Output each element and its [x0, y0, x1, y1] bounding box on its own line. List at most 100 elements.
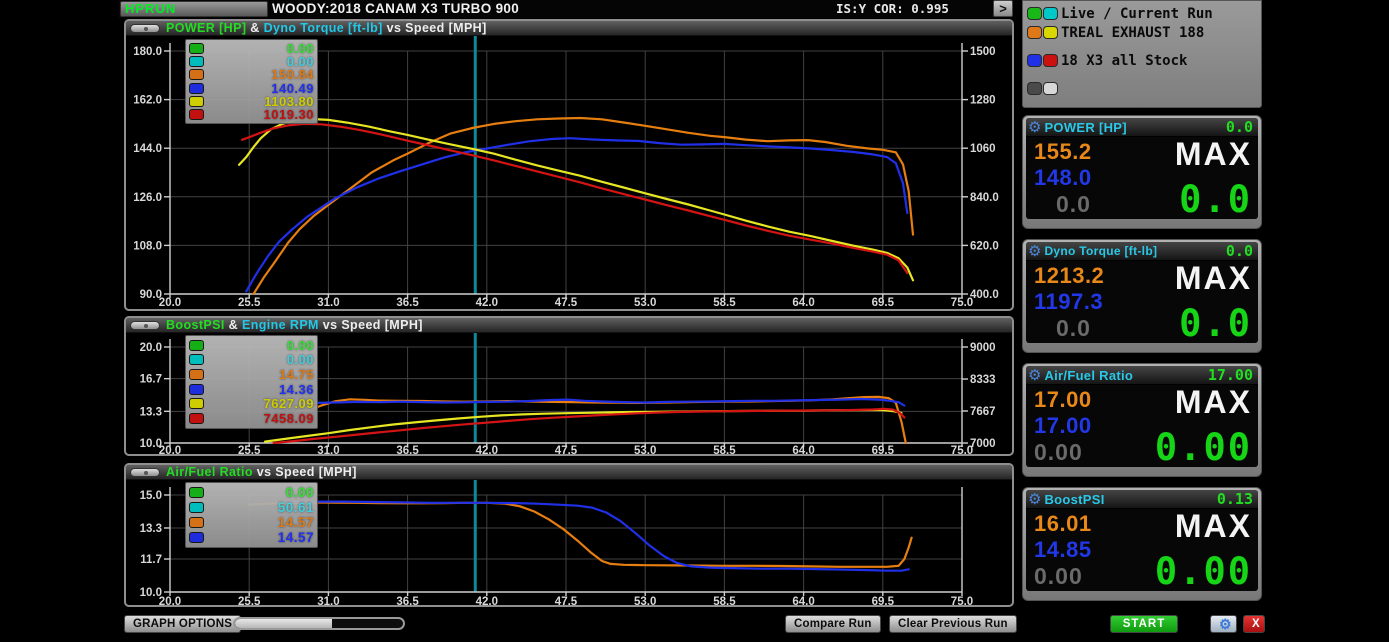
series-cursor-value: 0.00 — [204, 352, 314, 367]
series-afr-previous-run — [285, 502, 909, 571]
close-button[interactable]: X — [1243, 615, 1265, 633]
svg-text:31.0: 31.0 — [317, 596, 339, 607]
settings-gear-button[interactable]: ⚙ — [1210, 615, 1237, 633]
panel-collapse-button[interactable] — [130, 24, 160, 33]
run-color-swatch — [1027, 54, 1042, 67]
series-cursor-value: 50.61 — [204, 500, 314, 515]
chart-title-segment: vs Speed [MPH] — [319, 318, 423, 332]
gauge-run2-value: 17.00 — [1034, 413, 1138, 439]
chart-legend-row: 14.75 — [189, 367, 314, 382]
gear-icon[interactable]: ⚙ — [1028, 492, 1041, 507]
series-cursor-value: 7627.09 — [204, 396, 314, 411]
gauge-run1-value: 155.2 — [1034, 139, 1138, 165]
gear-icon[interactable]: ⚙ — [1028, 368, 1041, 383]
gauge-live-value: 0.0 — [1226, 118, 1253, 136]
svg-text:36.5: 36.5 — [396, 596, 419, 607]
series-color-swatch — [189, 532, 204, 543]
series-power-previous-run — [246, 138, 907, 291]
series-torque-current-run — [239, 119, 913, 280]
series-cursor-value: 0.00 — [204, 338, 314, 353]
chart-legend-row: 140.49 — [189, 82, 314, 95]
series-color-swatch — [189, 43, 204, 54]
gauge-live-value: 17.00 — [1208, 366, 1253, 384]
chart-title-segment: vs Speed [MPH] — [253, 465, 357, 479]
gear-icon[interactable]: ⚙ — [1028, 244, 1041, 259]
gauge-max-label: MAX — [1175, 139, 1252, 169]
gear-icon[interactable]: ⚙ — [1028, 120, 1041, 135]
svg-text:64.0: 64.0 — [792, 445, 814, 456]
gauge-max-label: MAX — [1175, 263, 1252, 293]
series-color-swatch — [189, 502, 204, 513]
series-color-swatch — [189, 413, 204, 424]
gauge-torque: ⚙ Dyno Torque [ft-lb] 0.0 1213.2 1197.3 … — [1022, 239, 1262, 353]
series-afr-current-run — [249, 502, 911, 566]
start-button[interactable]: START — [1110, 615, 1178, 633]
footer-bar: GRAPH OPTIONS Compare Run Clear Previous… — [0, 612, 1389, 642]
gauge-live-value: 0.0 — [1226, 242, 1253, 260]
chart-legend-row: 14.36 — [189, 382, 314, 397]
chart-title: Air/Fuel Ratio vs Speed [MPH] — [166, 465, 357, 479]
run-legend-box: Live / Current Run TREAL EXHAUST 188 18 … — [1022, 0, 1262, 108]
svg-text:8333: 8333 — [970, 374, 996, 386]
svg-text:69.5: 69.5 — [872, 596, 895, 607]
chart-panel-power-torque: POWER [HP] & Dyno Torque [ft-lb] vs Spee… — [124, 19, 1014, 311]
svg-text:1060: 1060 — [970, 143, 996, 155]
expand-panel-button[interactable]: > — [993, 0, 1013, 17]
panel-collapse-button[interactable] — [130, 321, 160, 330]
gauge-prev-value: 0.00 — [1034, 439, 1138, 466]
panel-collapse-button[interactable] — [130, 468, 160, 477]
header-bar: HPRUN WOODY:2018 CANAM X3 TURBO 900 IS:Y… — [118, 0, 1012, 18]
series-cursor-value: 14.57 — [204, 530, 314, 545]
series-color-swatch — [189, 96, 204, 107]
chart-plot-area[interactable]: 180.0162.0144.0126.0108.090.015001280106… — [126, 36, 1012, 311]
graph-options-button[interactable]: GRAPH OPTIONS — [124, 615, 241, 633]
gauge-header: ⚙ BoostPSI 0.13 — [1026, 490, 1258, 509]
series-cursor-value: 7458.09 — [204, 411, 314, 426]
svg-text:620.0: 620.0 — [970, 240, 999, 252]
svg-text:64.0: 64.0 — [792, 297, 814, 309]
svg-text:126.0: 126.0 — [133, 192, 162, 204]
svg-text:31.0: 31.0 — [317, 297, 339, 309]
gauge-max-label: MAX — [1175, 387, 1252, 417]
gauge-prev-value: 0.00 — [1034, 563, 1138, 590]
svg-text:42.0: 42.0 — [476, 596, 498, 607]
svg-text:7000: 7000 — [970, 438, 996, 450]
chart-legend: 0.000.00150.84140.491103.801019.30 — [185, 39, 318, 124]
clear-previous-run-button[interactable]: Clear Previous Run — [889, 615, 1017, 633]
svg-text:162.0: 162.0 — [133, 95, 162, 107]
series-cursor-value: 14.75 — [204, 367, 314, 382]
run-color-swatch — [1043, 7, 1058, 20]
gauge-power: ⚙ POWER [HP] 0.0 155.2 148.0 0.0 MAX 0.0 — [1022, 115, 1262, 229]
chart-panel-titlebar: BoostPSI & Engine RPM vs Speed [MPH] — [126, 318, 1012, 333]
chart-legend-row: 0.00 — [189, 353, 314, 368]
gauge-run2-value: 148.0 — [1034, 165, 1138, 191]
svg-text:15.0: 15.0 — [140, 490, 162, 502]
svg-text:58.5: 58.5 — [713, 297, 736, 309]
run-legend-row: TREAL EXHAUST 188 — [1027, 23, 1261, 42]
gauge-header: ⚙ POWER [HP] 0.0 — [1026, 118, 1258, 137]
svg-text:75.0: 75.0 — [951, 596, 973, 607]
svg-text:180.0: 180.0 — [133, 46, 162, 58]
svg-text:840.0: 840.0 — [970, 192, 999, 204]
series-rpm-current-run — [265, 410, 902, 442]
chart-title: BoostPSI & Engine RPM vs Speed [MPH] — [166, 318, 423, 332]
chart-plot-area[interactable]: 15.013.311.710.020.025.531.036.542.047.5… — [126, 480, 1012, 607]
correction-readout: IS:Y COR: 0.995 — [836, 1, 949, 16]
run-color-swatch — [1027, 82, 1042, 95]
chart-plot-area[interactable]: 20.016.713.310.0900083337667700020.025.5… — [126, 333, 1012, 456]
series-color-swatch — [189, 340, 204, 351]
svg-text:69.5: 69.5 — [872, 297, 895, 309]
series-color-swatch — [189, 109, 204, 120]
gauge-run1-value: 1213.2 — [1034, 263, 1138, 289]
svg-text:25.5: 25.5 — [238, 445, 261, 456]
gauge-title: POWER [HP] — [1044, 120, 1225, 135]
compare-run-button[interactable]: Compare Run — [785, 615, 881, 633]
svg-text:69.5: 69.5 — [872, 445, 895, 456]
svg-text:144.0: 144.0 — [133, 143, 162, 155]
chart-legend-row: 0.00 — [189, 338, 314, 353]
svg-text:53.0: 53.0 — [634, 297, 656, 309]
svg-text:7667: 7667 — [970, 406, 996, 418]
run-legend-label: Live / Current Run — [1061, 6, 1213, 22]
chart-panel-titlebar: Air/Fuel Ratio vs Speed [MPH] — [126, 465, 1012, 480]
svg-text:36.5: 36.5 — [396, 445, 419, 456]
